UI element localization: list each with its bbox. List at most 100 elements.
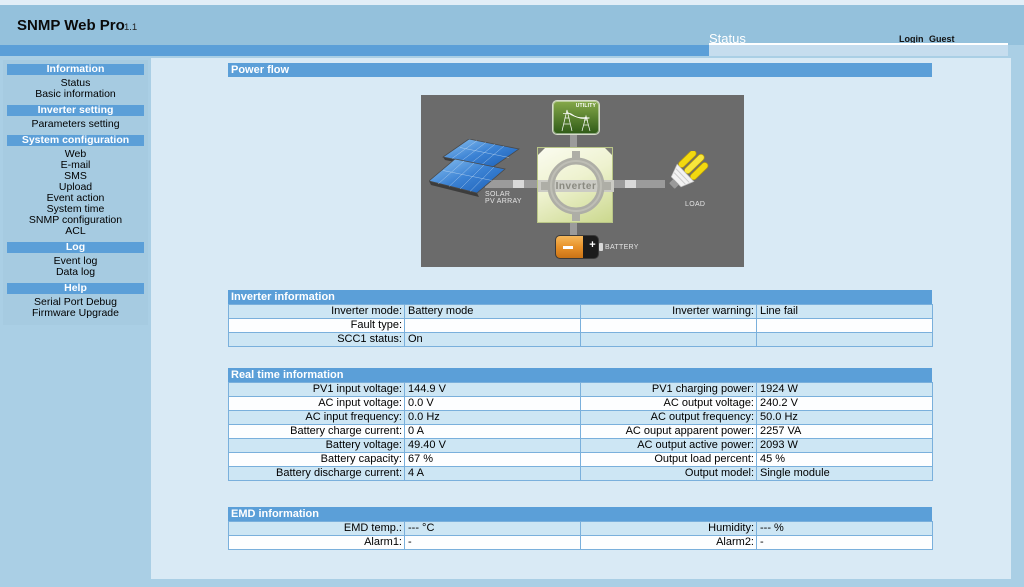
field-value: 1924 W bbox=[757, 383, 933, 397]
utility-connector bbox=[570, 135, 577, 147]
table-row: Battery charge current: 0 A AC ouput app… bbox=[229, 425, 933, 439]
table-row: Alarm1: - Alarm2: - bbox=[229, 536, 933, 550]
table-row: EMD temp.: --- °C Humidity: --- % bbox=[229, 522, 933, 536]
sidebar-item-basic-information[interactable]: Basic information bbox=[3, 89, 148, 100]
utility-label: UTILITY bbox=[576, 103, 596, 109]
field-label: AC input voltage: bbox=[229, 397, 405, 411]
table-row: AC input frequency: 0.0 Hz AC output fre… bbox=[229, 411, 933, 425]
app-header: SNMP Web Pro 1.1 Status Login Guest bbox=[0, 5, 1024, 45]
power-flow-diagram: UTILITY SOLAR PV ARRAY bbox=[421, 95, 744, 267]
battery-connector bbox=[570, 223, 577, 235]
sidebar-item-firmware-upgrade[interactable]: Firmware Upgrade bbox=[3, 308, 148, 319]
field-label: Output model: bbox=[581, 467, 757, 481]
real-time-information-table: PV1 input voltage: 144.9 V PV1 charging … bbox=[228, 382, 933, 481]
field-label: PV1 input voltage: bbox=[229, 383, 405, 397]
solar-label: SOLAR PV ARRAY bbox=[485, 191, 522, 205]
table-row: Inverter mode: Battery mode Inverter war… bbox=[229, 305, 933, 319]
field-label: PV1 charging power: bbox=[581, 383, 757, 397]
field-value: --- °C bbox=[405, 522, 581, 536]
battery-label: BATTERY bbox=[605, 244, 639, 251]
field-label: Battery voltage: bbox=[229, 439, 405, 453]
section-header-power-flow: Power flow bbox=[228, 63, 932, 77]
field-label: SCC1 status: bbox=[229, 333, 405, 347]
field-value: 240.2 V bbox=[757, 397, 933, 411]
field-label: Battery discharge current: bbox=[229, 467, 405, 481]
field-value: 144.9 V bbox=[405, 383, 581, 397]
app-version: 1.1 bbox=[124, 22, 137, 33]
battery-plus-mark: + bbox=[585, 239, 599, 251]
field-value: 0.0 V bbox=[405, 397, 581, 411]
load-connector bbox=[613, 180, 665, 188]
sidebar-section-help: Help bbox=[7, 283, 144, 294]
sidebar-item-parameters-setting[interactable]: Parameters setting bbox=[3, 119, 148, 130]
field-value: 2257 VA bbox=[757, 425, 933, 439]
field-value bbox=[405, 319, 581, 333]
table-row: Fault type: bbox=[229, 319, 933, 333]
section-header-emd-information: EMD information bbox=[228, 507, 932, 521]
field-value: 4 A bbox=[405, 467, 581, 481]
field-value: - bbox=[405, 536, 581, 550]
field-label: Battery charge current: bbox=[229, 425, 405, 439]
field-label: Inverter warning: bbox=[581, 305, 757, 319]
field-value: Line fail bbox=[757, 305, 933, 319]
table-row: Battery voltage: 49.40 V AC output activ… bbox=[229, 439, 933, 453]
field-value: - bbox=[757, 536, 933, 550]
table-row: SCC1 status: On bbox=[229, 333, 933, 347]
emd-information-table: EMD temp.: --- °C Humidity: --- % Alarm1… bbox=[228, 521, 933, 550]
field-value: 49.40 V bbox=[405, 439, 581, 453]
field-label: EMD temp.: bbox=[229, 522, 405, 536]
field-label: Battery capacity: bbox=[229, 453, 405, 467]
field-value: 0.0 Hz bbox=[405, 411, 581, 425]
field-label: AC output active power: bbox=[581, 439, 757, 453]
load-bulb-icon bbox=[659, 151, 723, 201]
section-header-real-time-information: Real time information bbox=[228, 368, 932, 382]
field-label: AC input frequency: bbox=[229, 411, 405, 425]
inverter-label: Inverter bbox=[538, 181, 614, 192]
field-label: Humidity: bbox=[581, 522, 757, 536]
field-label bbox=[581, 319, 757, 333]
field-label: AC output frequency: bbox=[581, 411, 757, 425]
field-value: Battery mode bbox=[405, 305, 581, 319]
inverter-information-table: Inverter mode: Battery mode Inverter war… bbox=[228, 304, 933, 347]
field-value: 67 % bbox=[405, 453, 581, 467]
sidebar-section-inverter-setting: Inverter setting bbox=[7, 105, 144, 116]
table-row: Battery discharge current: 4 A Output mo… bbox=[229, 467, 933, 481]
header-accent-bar bbox=[0, 45, 709, 56]
field-label: AC ouput apparent power: bbox=[581, 425, 757, 439]
sidebar-section-system-configuration: System configuration bbox=[7, 135, 144, 146]
field-value bbox=[757, 333, 933, 347]
field-label: Fault type: bbox=[229, 319, 405, 333]
field-label: AC output voltage: bbox=[581, 397, 757, 411]
field-label: Alarm2: bbox=[581, 536, 757, 550]
field-value: 45 % bbox=[757, 453, 933, 467]
field-value: 2093 W bbox=[757, 439, 933, 453]
header-subbar bbox=[709, 43, 1008, 56]
app-title: SNMP Web Pro bbox=[17, 17, 125, 34]
sidebar-item-acl[interactable]: ACL bbox=[3, 226, 148, 237]
table-row: PV1 input voltage: 144.9 V PV1 charging … bbox=[229, 383, 933, 397]
field-value bbox=[757, 319, 933, 333]
table-row: AC input voltage: 0.0 V AC output voltag… bbox=[229, 397, 933, 411]
table-row: Battery capacity: 67 % Output load perce… bbox=[229, 453, 933, 467]
sidebar-item-data-log[interactable]: Data log bbox=[3, 267, 148, 278]
field-value: 0 A bbox=[405, 425, 581, 439]
load-label: LOAD bbox=[685, 201, 705, 208]
battery-terminal bbox=[599, 243, 603, 251]
power-pylon-icon bbox=[555, 107, 597, 133]
sidebar: Information Status Basic information Inv… bbox=[3, 60, 148, 325]
utility-icon: UTILITY bbox=[552, 100, 600, 135]
main-content-panel: Power flow UTILITY bbox=[151, 58, 1011, 579]
field-label: Alarm1: bbox=[229, 536, 405, 550]
section-header-inverter-information: Inverter information bbox=[228, 290, 932, 304]
sidebar-section-information: Information bbox=[7, 64, 144, 75]
field-label bbox=[581, 333, 757, 347]
sidebar-section-log: Log bbox=[7, 242, 144, 253]
inverter-icon: Inverter bbox=[537, 147, 613, 223]
field-label: Output load percent: bbox=[581, 453, 757, 467]
field-label: Inverter mode: bbox=[229, 305, 405, 319]
field-value: On bbox=[405, 333, 581, 347]
field-value: --- % bbox=[757, 522, 933, 536]
battery-minus-mark bbox=[563, 246, 573, 249]
field-value: Single module bbox=[757, 467, 933, 481]
battery-icon: + bbox=[555, 235, 599, 259]
